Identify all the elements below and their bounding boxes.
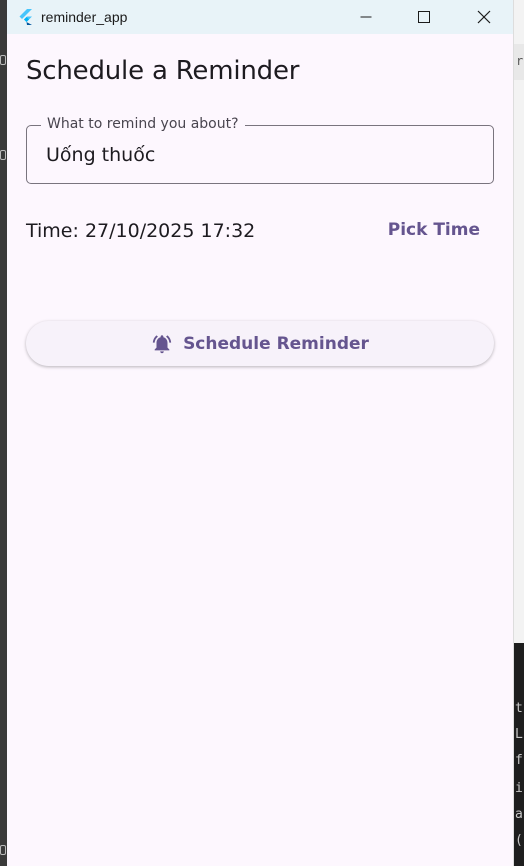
code-fragment: f [515, 753, 523, 768]
maximize-button[interactable] [395, 0, 453, 34]
background-editor-right: rt t L f i a ( [513, 0, 524, 866]
minimize-button[interactable] [337, 0, 395, 34]
background-glyph [0, 845, 6, 855]
window-title: reminder_app [41, 9, 128, 25]
reminder-input[interactable] [46, 142, 466, 168]
title-bar[interactable]: reminder_app [7, 0, 513, 34]
flutter-logo-icon [19, 9, 32, 25]
app-window: reminder_app Schedule a Reminder What to… [7, 0, 513, 866]
maximize-icon [418, 11, 430, 23]
schedule-reminder-button[interactable]: Schedule Reminder [26, 321, 494, 366]
code-fragment: ( [515, 833, 523, 848]
page-title: Schedule a Reminder [26, 56, 300, 86]
pick-time-button[interactable]: Pick Time [380, 214, 488, 246]
background-tab: rt [514, 44, 524, 80]
background-glyph [0, 150, 6, 160]
selected-time-text: Time: 27/10/2025 17:32 [26, 220, 256, 242]
background-terminal: t L f i a ( [514, 643, 524, 866]
close-icon [477, 10, 491, 24]
close-button[interactable] [455, 0, 513, 34]
alarm-bell-icon [152, 334, 172, 353]
background-editor-left [0, 0, 7, 866]
code-fragment: a [515, 807, 523, 822]
code-fragment: i [515, 781, 523, 796]
reminder-text-field[interactable]: What to remind you about? [26, 116, 494, 184]
reminder-field-label: What to remind you about? [41, 116, 245, 132]
code-fragment: t [515, 701, 523, 716]
minimize-icon [360, 16, 372, 18]
code-fragment: L [515, 727, 523, 742]
schedule-button-label: Schedule Reminder [183, 333, 369, 354]
background-glyph [0, 55, 6, 65]
time-row: Time: 27/10/2025 17:32 Pick Time [26, 218, 494, 244]
